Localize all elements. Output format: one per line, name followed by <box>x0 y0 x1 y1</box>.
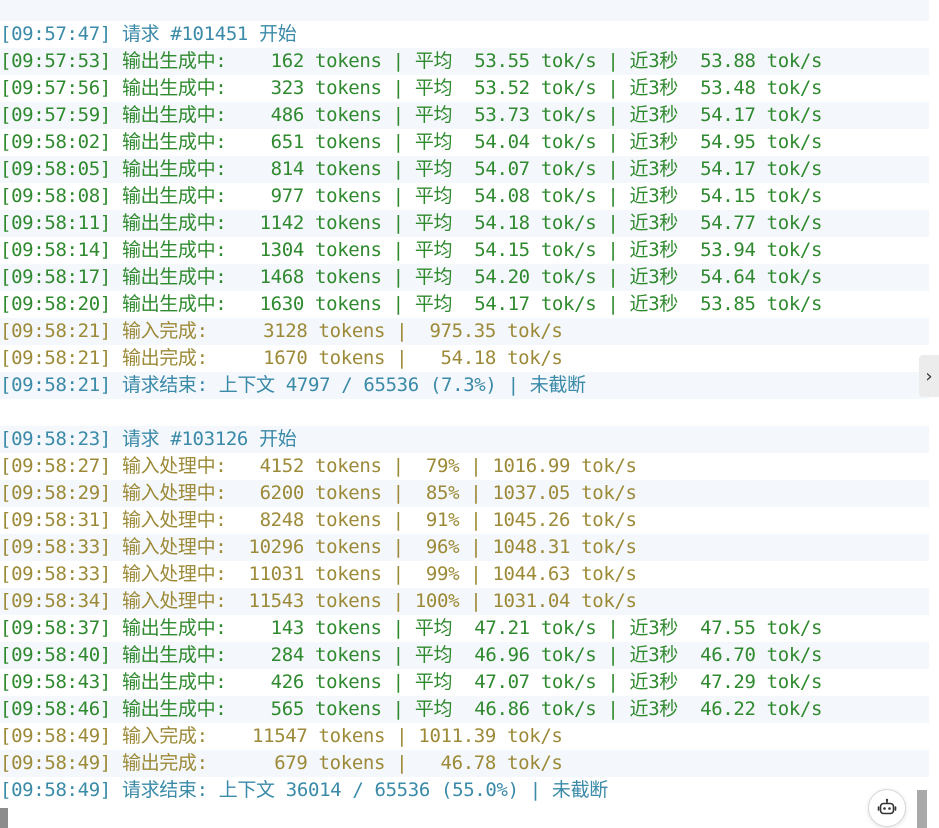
log-viewer: [09:57:47] 请求 #101451 开始 [09:57:53] 输出生成中… <box>0 0 939 828</box>
log-line: [09:58:46] 输出生成中: 565 tokens | 平均 46.86 … <box>0 696 929 723</box>
expand-panel-tab[interactable]: › <box>919 355 939 397</box>
log-line: [09:58:49] 输出完成: 679 tokens | 46.78 tok/… <box>0 750 929 777</box>
log-line: [09:57:47] 请求 #101451 开始 <box>0 21 929 48</box>
log-line: [09:58:21] 请求结束: 上下文 4797 / 65536 (7.3%)… <box>0 372 929 399</box>
robot-icon <box>877 798 897 815</box>
log-line: [09:58:21] 输出完成: 1670 tokens | 54.18 tok… <box>0 345 929 372</box>
log-line: [09:58:49] 输入完成: 11547 tokens | 1011.39 … <box>0 723 929 750</box>
log-line: [09:58:20] 输出生成中: 1630 tokens | 平均 54.17… <box>0 291 929 318</box>
log-line: [09:58:33] 输入处理中: 11031 tokens | 99% | 1… <box>0 561 929 588</box>
log-line: [09:58:05] 输出生成中: 814 tokens | 平均 54.07 … <box>0 156 929 183</box>
log-blank-line <box>0 399 929 426</box>
log-line: [09:58:17] 输出生成中: 1468 tokens | 平均 54.20… <box>0 264 929 291</box>
scrollbar-thumb[interactable] <box>917 790 927 828</box>
horizontal-scroll-handle[interactable] <box>0 808 8 828</box>
assistant-bot-button[interactable] <box>868 789 906 827</box>
log-line: [09:58:33] 输入处理中: 10296 tokens | 96% | 1… <box>0 534 929 561</box>
log-line: [09:57:56] 输出生成中: 323 tokens | 平均 53.52 … <box>0 75 929 102</box>
log-line: [09:58:37] 输出生成中: 143 tokens | 平均 47.21 … <box>0 615 929 642</box>
scrollbar-track[interactable] <box>929 0 939 828</box>
log-line: [09:58:02] 输出生成中: 651 tokens | 平均 54.04 … <box>0 129 929 156</box>
log-line: [09:57:59] 输出生成中: 486 tokens | 平均 53.73 … <box>0 102 929 129</box>
log-line: [09:58:23] 请求 #103126 开始 <box>0 426 929 453</box>
log-line: [09:58:11] 输出生成中: 1142 tokens | 平均 54.18… <box>0 210 929 237</box>
log-line: [09:57:53] 输出生成中: 162 tokens | 平均 53.55 … <box>0 48 929 75</box>
log-line: [09:58:34] 输入处理中: 11543 tokens | 100% | … <box>0 588 929 615</box>
log-line: [09:58:21] 输入完成: 3128 tokens | 975.35 to… <box>0 318 929 345</box>
log-line: [09:58:31] 输入处理中: 8248 tokens | 91% | 10… <box>0 507 929 534</box>
log-line: [09:58:43] 输出生成中: 426 tokens | 平均 47.07 … <box>0 669 929 696</box>
log-output: [09:57:47] 请求 #101451 开始 [09:57:53] 输出生成中… <box>0 0 929 804</box>
log-line: [09:58:40] 输出生成中: 284 tokens | 平均 46.96 … <box>0 642 929 669</box>
log-line: [09:58:14] 输出生成中: 1304 tokens | 平均 54.15… <box>0 237 929 264</box>
log-line: [09:58:49] 请求结束: 上下文 36014 / 65536 (55.0… <box>0 777 929 804</box>
log-line: [09:58:08] 输出生成中: 977 tokens | 平均 54.08 … <box>0 183 929 210</box>
log-line: [09:58:27] 输入处理中: 4152 tokens | 79% | 10… <box>0 453 929 480</box>
chevron-right-icon: › <box>925 365 933 387</box>
log-line: [09:58:29] 输入处理中: 6200 tokens | 85% | 10… <box>0 480 929 507</box>
